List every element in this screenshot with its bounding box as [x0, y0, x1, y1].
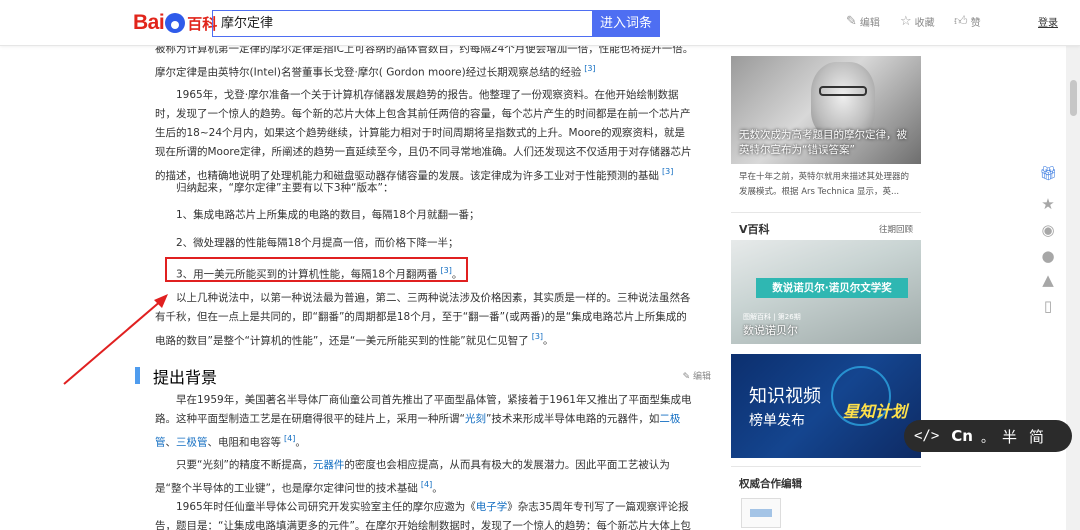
paragraph-text: 、: [165, 436, 177, 449]
right-sidebar: 无数次成为高考题目的摩尔定律，被英特尔宣布为“错误答案” 早在十年之前，英特尔就…: [731, 46, 921, 530]
favorite-label: 收藏: [914, 18, 935, 29]
paragraph-end: 。: [543, 334, 554, 347]
vbaike-title: V百科: [739, 223, 770, 236]
favorite-button[interactable]: ☆ 收藏: [900, 14, 935, 29]
paragraph-versions: 以上几种说法中，以第一种说法最为普遍，第二、三两种说法涉及价格因素，其实质是一样…: [155, 289, 695, 351]
news-card-caption: 无数次成为高考题目的摩尔定律，被英特尔宣布为“错误答案”: [739, 129, 907, 156]
weibo-icon[interactable]: ◉: [1038, 220, 1058, 240]
logo-text-bai: Bai: [133, 11, 165, 34]
list-item-1: 1、集成电路芯片上所集成的电路的数目，每隔18个月就翻一番；: [176, 209, 480, 221]
paragraph-1965: 1965年，戈登·摩尔准备一个关于计算机存储器发展趋势的报告。他整理了一份观察资…: [155, 86, 695, 186]
search-input[interactable]: 摩尔定律: [212, 10, 592, 37]
vbaike-banner: 数说诺贝尔·诺贝尔文学奖: [756, 278, 908, 298]
authority-editors-title: 权威合作编辑: [739, 478, 802, 490]
star-icon[interactable]: ★: [1038, 194, 1058, 214]
citation-link[interactable]: [4]: [284, 434, 295, 443]
edit-label: 编辑: [859, 18, 880, 29]
paw-icon: [165, 13, 186, 33]
link-photolithography[interactable]: 光刻: [465, 413, 486, 425]
partner-logo[interactable]: [741, 498, 781, 528]
news-card-image[interactable]: 无数次成为高考题目的摩尔定律，被英特尔宣布为“错误答案”: [731, 56, 921, 164]
banner-badge: 星知计划: [843, 402, 908, 421]
paragraph-end: 。: [432, 482, 443, 495]
ime-code-button[interactable]: </>: [914, 428, 939, 444]
ime-toolbar[interactable]: </> Cn 。 半 简: [904, 420, 1072, 452]
paragraph-intro: 被称为计算机第一定律的摩尔定律是指IC上可容纳的晶体管数目，约每隔24个月便会增…: [155, 46, 695, 83]
paragraph-summary: 归纳起来，“摩尔定律”主要有以下3种“版本”：: [176, 182, 394, 194]
edit-button[interactable]: ✎ 编辑: [846, 14, 880, 29]
ime-punctuation-toggle[interactable]: 。: [981, 427, 994, 446]
divider: [731, 212, 921, 213]
paragraph-lithography: 只要“光刻”的精度不断提高，元器件的密度也会相应提高，从而具有极大的发展潜力。因…: [155, 456, 695, 499]
paragraph-text: 只要“光刻”的精度不断提高，: [176, 459, 313, 471]
citation-link[interactable]: [3]: [662, 167, 673, 176]
news-card-description[interactable]: 早在十年之前，英特尔就用来描述其处理器的发展模式。根据 Ars Technica…: [739, 170, 915, 200]
paragraph-text: 、电阻和电容等: [207, 436, 282, 449]
paragraph-1959: 早在1959年，美国著名半导体厂商仙童公司首先推出了平面型晶体管，紧接着于196…: [155, 391, 695, 453]
paragraph-text: 以上几种说法中，以第一种说法最为普遍，第二、三两种说法涉及价格因素，其实质是一样…: [155, 292, 691, 347]
star-icon: ☆: [900, 14, 912, 29]
citation-link[interactable]: [3]: [532, 332, 543, 341]
scrollbar-thumb[interactable]: [1070, 80, 1077, 116]
citation-link[interactable]: [3]: [584, 64, 595, 73]
like-label: 赞: [970, 18, 981, 29]
past-issues-link[interactable]: 往期回顾: [879, 223, 913, 235]
list-item-2: 2、微处理器的性能每隔18个月提高一倍，而价格下降一半；: [176, 237, 459, 249]
highlight-box: [165, 257, 468, 282]
paragraph-text: ”技术来形成半导体电路的元器件，如: [485, 413, 660, 425]
ime-simplified-toggle[interactable]: 简: [1029, 426, 1044, 447]
link-electronics[interactable]: 电子学: [476, 501, 508, 513]
mobile-icon[interactable]: ▯: [1038, 296, 1058, 316]
citation-link[interactable]: [4]: [421, 480, 432, 489]
glasses-shape: [819, 86, 867, 96]
paragraph-1965-report: 1965年时任仙童半导体公司研究开发实验室主任的摩尔应邀为《电子学》杂志35周年…: [155, 498, 695, 530]
paragraph-text: 被称为计算机第一定律的摩尔定律是指IC上可容纳的晶体管数目，约每隔24个月便会增…: [155, 46, 694, 79]
qq-icon[interactable]: ▲: [1038, 270, 1058, 290]
baidu-baike-logo[interactable]: Bai 百科: [133, 10, 217, 36]
banner-line-2: 榜单发布: [749, 413, 805, 429]
vbaike-card[interactable]: 数说诺贝尔·诺贝尔文学奖 图解百科 | 第26期 数说诺贝尔: [731, 240, 921, 344]
divider: [731, 466, 921, 467]
section-edit-label: 编辑: [692, 372, 711, 382]
login-link[interactable]: 登录: [1038, 14, 1058, 29]
thumbs-up-icon: 👍︎: [954, 14, 968, 29]
portrait-image: [811, 62, 875, 138]
vbaike-caption: 数说诺贝尔: [743, 324, 798, 337]
paragraph-end: 。: [295, 436, 306, 449]
top-bar: Bai 百科 摩尔定律 进入词条 ✎ 编辑 ☆ 收藏 👍︎ 赞 登录: [0, 0, 1080, 46]
ime-language-toggle[interactable]: Cn: [951, 427, 973, 445]
like-button[interactable]: 👍︎ 赞: [954, 14, 981, 29]
banner-line-1: 知识视频: [749, 386, 821, 407]
pencil-icon: ✎: [846, 14, 857, 29]
floating-toolbar: 🎁︎ ★ ◉ ● ▲ ▯: [1034, 160, 1062, 320]
vbaike-issue: 图解百科 | 第26期: [743, 313, 801, 321]
knowledge-video-banner[interactable]: 知识视频 榜单发布 星知计划: [731, 354, 921, 458]
scrollbar-track[interactable]: [1066, 46, 1080, 530]
gift-icon[interactable]: 🎁︎: [1038, 164, 1058, 184]
link-transistor[interactable]: 三极管: [176, 437, 208, 449]
pencil-icon: ✎: [682, 372, 693, 382]
wechat-icon[interactable]: ●: [1038, 246, 1058, 266]
enter-entry-button[interactable]: 进入词条: [592, 10, 660, 37]
article-body: 被称为计算机第一定律的摩尔定律是指IC上可容纳的晶体管数目，约每隔24个月便会增…: [135, 46, 715, 530]
paragraph-text: 1965年，戈登·摩尔准备一个关于计算机存储器发展趋势的报告。他整理了一份观察资…: [155, 89, 692, 182]
paragraph-text: 1965年时任仙童半导体公司研究开发实验室主任的摩尔应邀为《: [176, 501, 476, 513]
section-header: 提出背景 ✎ 编辑: [135, 364, 715, 388]
annotation-arrow: [63, 294, 168, 385]
ime-width-toggle[interactable]: 半: [1002, 426, 1017, 447]
link-components[interactable]: 元器件: [313, 459, 345, 471]
section-edit-button[interactable]: ✎ 编辑: [683, 369, 711, 382]
